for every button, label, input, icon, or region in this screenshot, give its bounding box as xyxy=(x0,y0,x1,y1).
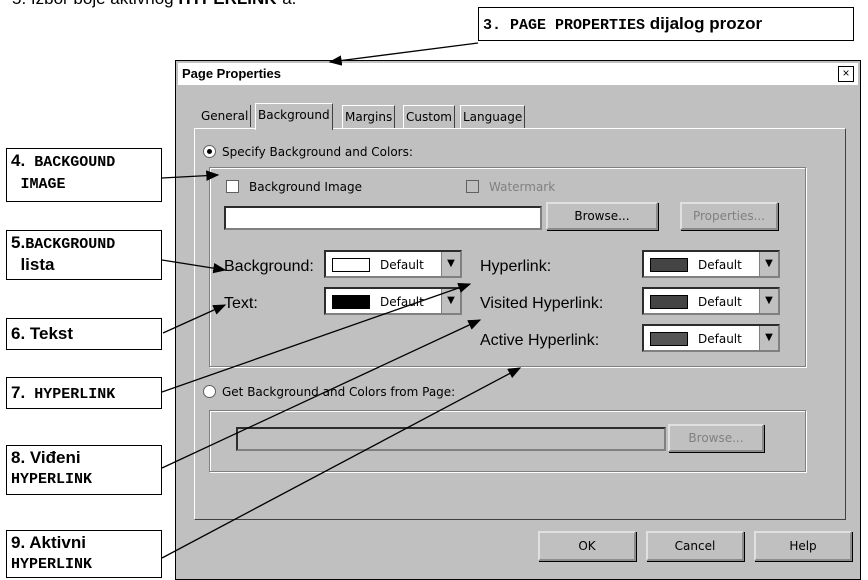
tab-background[interactable]: Background xyxy=(255,103,333,130)
callout-7: 7. HYPERLINK xyxy=(6,377,162,409)
arrow-6 xyxy=(162,304,227,334)
callout-6: 6. Tekst xyxy=(6,318,162,350)
arrow-8 xyxy=(161,319,482,469)
callout-5: 5.BACKGROUND lista xyxy=(6,230,162,280)
callout-9: 9. Aktivni HYPERLINK xyxy=(6,530,162,578)
arrow-5 xyxy=(161,259,227,274)
arrow-9 xyxy=(161,367,522,559)
callout-4: 4. BACKGOUND IMAGE xyxy=(6,148,162,202)
arrow-4 xyxy=(161,170,220,181)
arrow-3 xyxy=(328,42,479,66)
callout-3: 3. PAGE PROPERTIES dijalog prozor xyxy=(478,7,854,41)
callout-8: 8. Viđeni HYPERLINK xyxy=(6,445,162,495)
arrow-7 xyxy=(161,282,472,393)
